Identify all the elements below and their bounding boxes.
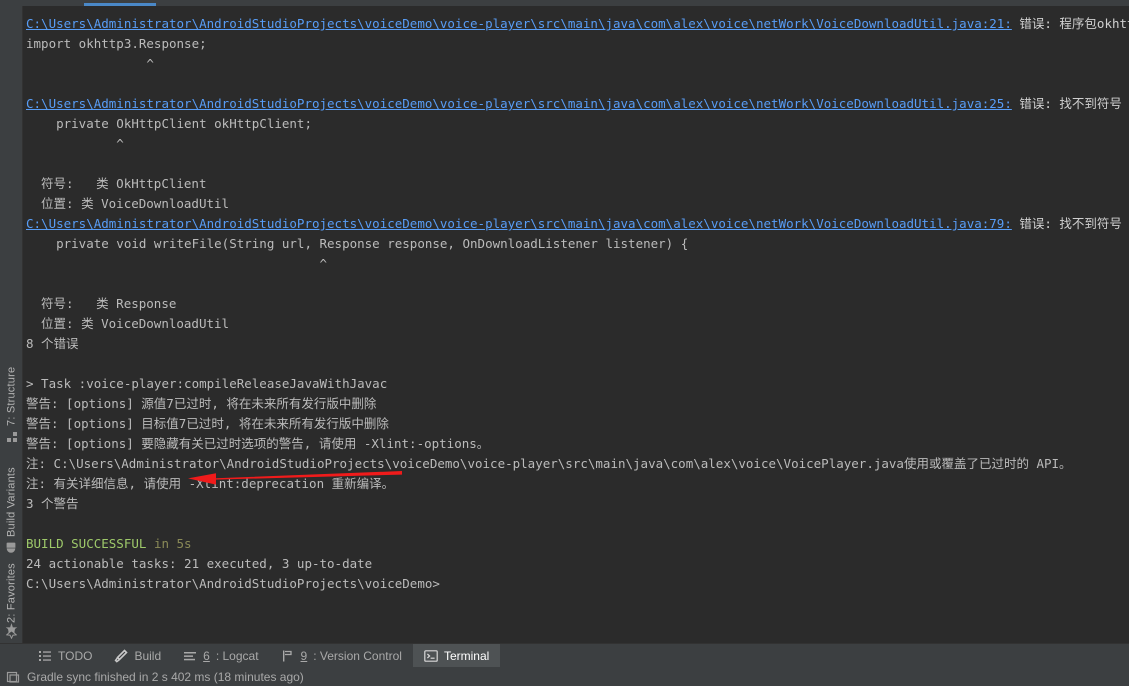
sidebar-item-structure-label: 7: Structure: [5, 366, 18, 426]
terminal-line: 警告: [options] 目标值7已过时, 将在未来所有发行版中删除: [25, 414, 1129, 434]
terminal-text: 8 个错误: [26, 336, 79, 351]
terminal-line: 警告: [options] 要隐藏有关已过时选项的警告, 请使用 -Xlint:…: [25, 434, 1129, 454]
build-duration-text: in 5s: [146, 536, 192, 551]
terminal-text: ^: [26, 56, 154, 71]
terminal-error-message: 错误: 找不到符号: [1011, 96, 1122, 111]
bottom-tool-window-bar: TODO Build 6 : Logcat 9 : Version Contro…: [0, 643, 1129, 668]
terminal-text: 位置: 类 VoiceDownloadUtil: [26, 196, 230, 211]
terminal-text: private void writeFile(String url, Respo…: [26, 236, 689, 251]
bottom-tab-version-control-mnemonic: 9: [300, 649, 308, 663]
terminal-text: private OkHttpClient okHttpClient;: [26, 116, 312, 131]
terminal-icon: [424, 649, 438, 663]
bottom-tab-todo[interactable]: TODO: [27, 644, 103, 668]
terminal-file-link[interactable]: C:\Users\Administrator\AndroidStudioProj…: [26, 216, 1012, 231]
terminal-text: import okhttp3.Response;: [26, 36, 207, 51]
terminal-line: C:\Users\Administrator\AndroidStudioProj…: [25, 574, 1129, 594]
terminal-line: 注: C:\Users\Administrator\AndroidStudioP…: [25, 454, 1129, 474]
status-bar-message: Gradle sync finished in 2 s 402 ms (18 m…: [27, 669, 304, 684]
terminal-line: ^: [25, 54, 1129, 74]
terminal-text: ^: [26, 256, 328, 271]
event-log-icon[interactable]: [6, 670, 20, 684]
terminal-error-message: 错误: 程序包okhttp3不存在: [1019, 16, 1129, 31]
terminal-error-message: 错误: 找不到符号: [1011, 216, 1122, 231]
bottom-tab-logcat-mnemonic: 6: [203, 649, 210, 663]
terminal-text: 警告: [options] 目标值7已过时, 将在未来所有发行版中删除: [26, 416, 389, 431]
terminal-text: ^: [26, 136, 124, 151]
terminal-line: 注: 有关详细信息, 请使用 -Xlint:deprecation 重新编译。: [25, 474, 1129, 494]
bottom-tab-todo-label: TODO: [58, 649, 93, 663]
terminal-text: 24 actionable tasks: 21 executed, 3 up-t…: [26, 556, 373, 571]
bottom-tab-version-control-label: : Version Control: [313, 649, 402, 663]
terminal-line: ^: [25, 134, 1129, 154]
terminal-line: 符号: 类 OkHttpClient: [25, 174, 1129, 194]
logcat-lines-icon: [183, 649, 197, 663]
terminal-text: 3 个警告: [26, 496, 79, 511]
terminal-line: import okhttp3.Response;: [25, 34, 1129, 54]
favorites-star-icon[interactable]: ★: [4, 622, 19, 637]
terminal-line: > Task :voice-player:compileReleaseJavaW…: [25, 374, 1129, 394]
terminal-line: 警告: [options] 源值7已过时, 将在未来所有发行版中删除: [25, 394, 1129, 414]
terminal-line: private OkHttpClient okHttpClient;: [25, 114, 1129, 134]
terminal-text: 符号: 类 OkHttpClient: [26, 176, 207, 191]
terminal-text: 警告: [options] 要隐藏有关已过时选项的警告, 请使用 -Xlint:…: [26, 436, 490, 451]
terminal-line[interactable]: C:\Users\Administrator\AndroidStudioProj…: [25, 14, 1129, 34]
bottom-tab-build[interactable]: Build: [103, 644, 172, 668]
terminal-line: ^: [25, 254, 1129, 274]
sidebar-item-build-variants-label: Build Variants: [5, 467, 18, 537]
bottom-tab-version-control[interactable]: 9 : Version Control: [270, 644, 413, 668]
branch-icon: [281, 649, 295, 663]
terminal-text: 注: 有关详细信息, 请使用 -Xlint:deprecation 重新编译。: [26, 476, 395, 491]
structure-icon: [6, 431, 18, 442]
status-bar: Gradle sync finished in 2 s 402 ms (18 m…: [0, 667, 1129, 686]
bottom-tab-logcat-label: : Logcat: [215, 649, 259, 663]
hammer-icon: [114, 649, 129, 663]
bottom-tab-terminal[interactable]: Terminal: [412, 644, 501, 668]
terminal-line: 3 个警告: [25, 494, 1129, 514]
android-icon: [6, 542, 18, 553]
terminal-line[interactable]: C:\Users\Administrator\AndroidStudioProj…: [25, 214, 1129, 234]
terminal-text: > Task :voice-player:compileReleaseJavaW…: [26, 376, 388, 391]
bottom-tab-build-label: Build: [134, 649, 162, 663]
terminal-text: 注: C:\Users\Administrator\AndroidStudioP…: [26, 456, 1072, 471]
terminal-file-link[interactable]: C:\Users\Administrator\AndroidStudioProj…: [26, 96, 1012, 111]
terminal-text: 位置: 类 VoiceDownloadUtil: [26, 316, 230, 331]
left-tool-strip: 7: Structure Build Variants 2: Favorites…: [0, 6, 23, 643]
terminal-file-link[interactable]: C:\Users\Administrator\AndroidStudioProj…: [26, 16, 1012, 31]
terminal-text: 符号: 类 Response: [26, 296, 177, 311]
bottom-tab-terminal-label: Terminal: [443, 649, 490, 663]
build-successful-text: BUILD SUCCESSFUL: [26, 536, 147, 551]
terminal-line[interactable]: C:\Users\Administrator\AndroidStudioProj…: [25, 94, 1129, 114]
todo-list-icon: [38, 649, 52, 663]
bottom-tab-logcat[interactable]: 6 : Logcat: [172, 644, 269, 668]
terminal-line: 符号: 类 Response: [25, 294, 1129, 314]
terminal-line: private void writeFile(String url, Respo…: [25, 234, 1129, 254]
sidebar-item-build-variants[interactable]: Build Variants: [0, 454, 23, 557]
sidebar-item-favorites-label: 2: Favorites: [5, 563, 18, 623]
android-studio-window: Terminal Local + 7: Structure Build Vari…: [0, 0, 1129, 686]
terminal-output[interactable]: C:\Users\Administrator\AndroidStudioProj…: [23, 6, 1129, 643]
terminal-line: 位置: 类 VoiceDownloadUtil: [25, 194, 1129, 214]
terminal-line: 位置: 类 VoiceDownloadUtil: [25, 314, 1129, 334]
terminal-text: C:\Users\Administrator\AndroidStudioProj…: [26, 576, 440, 591]
terminal-line: BUILD SUCCESSFUL in 5s: [25, 534, 1129, 554]
terminal-text: 警告: [options] 源值7已过时, 将在未来所有发行版中删除: [26, 396, 377, 411]
terminal-line: 8 个错误: [25, 334, 1129, 354]
sidebar-item-structure[interactable]: 7: Structure: [0, 336, 23, 446]
terminal-line: 24 actionable tasks: 21 executed, 3 up-t…: [25, 554, 1129, 574]
